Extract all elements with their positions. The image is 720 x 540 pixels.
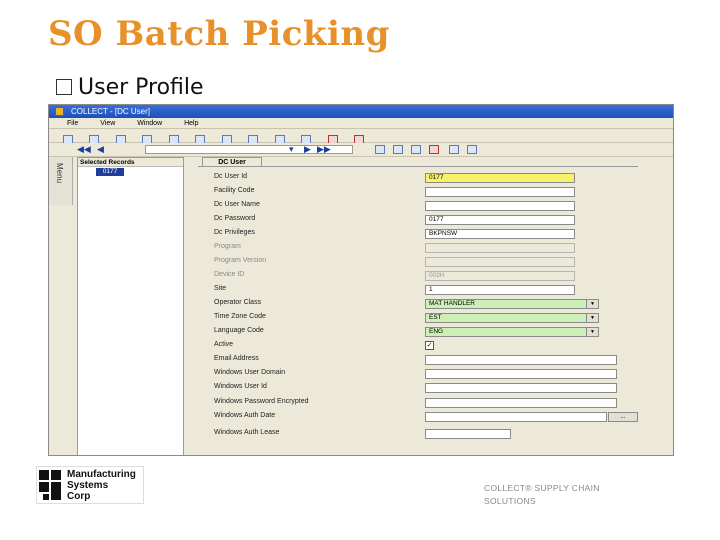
label-email-address: Email Address — [214, 355, 259, 362]
label-site: Site — [214, 285, 227, 292]
language-code-value: ENG — [429, 328, 444, 335]
logo-line-1: Manufacturing — [67, 469, 136, 480]
side-menu-label: Menu — [55, 163, 64, 184]
windows-user-domain-field[interactable] — [425, 369, 617, 379]
date-picker-button[interactable]: ... — [608, 412, 638, 422]
label-dc-user-id: Dc User Id — [214, 173, 248, 180]
operator-class-select[interactable]: MAT HANDLER ▼ — [425, 299, 599, 309]
label-windows-auth-lease: Windows Auth Lease — [214, 429, 280, 436]
duplicate-icon[interactable] — [411, 145, 421, 154]
time-zone-code-select[interactable]: EST ▼ — [425, 313, 599, 323]
window-titlebar: COLLECT - [DC User] — [49, 105, 673, 118]
menu-bar: File View Window Help — [49, 118, 673, 129]
active-checkbox[interactable]: ✓ — [425, 341, 434, 350]
bullet-user-profile: User Profile — [56, 75, 204, 100]
save-icon[interactable] — [375, 145, 385, 154]
dc-user-id-field[interactable]: 0177 — [425, 173, 575, 183]
label-windows-user-domain: Windows User Domain — [214, 369, 286, 376]
facility-code-field[interactable] — [425, 187, 575, 197]
first-record-icon[interactable]: ◀◀ — [77, 144, 91, 155]
label-facility-code: Facility Code — [214, 187, 255, 194]
side-menu-tab[interactable]: Menu — [49, 157, 73, 205]
dc-privileges-field[interactable]: BKPNSW — [425, 229, 575, 239]
refresh-icon[interactable] — [449, 145, 459, 154]
export-icon[interactable] — [467, 145, 477, 154]
last-record-icon[interactable]: ▶▶ — [317, 144, 331, 155]
windows-auth-date-field[interactable] — [425, 412, 607, 422]
dc-user-form: DC User Dc User Id 0177 Facility Code Dc… — [188, 157, 673, 455]
chevron-down-icon[interactable]: ▼ — [586, 300, 598, 308]
label-language-code: Language Code — [214, 327, 264, 334]
app-window-screenshot: COLLECT - [DC User] File View Window Hel… — [48, 104, 674, 456]
windows-auth-lease-field[interactable] — [425, 429, 511, 439]
chevron-down-icon[interactable]: ▼ — [586, 328, 598, 336]
bullet-box-icon — [56, 79, 72, 95]
app-icon — [55, 107, 64, 116]
menu-help[interactable]: Help — [184, 118, 198, 129]
time-zone-code-value: EST — [429, 314, 442, 321]
program-field — [425, 243, 575, 253]
label-dc-privileges: Dc Privileges — [214, 229, 255, 236]
footer-text: COLLECT® SUPPLY CHAIN SOLUTIONS — [484, 482, 600, 508]
list-item[interactable]: 0177 — [96, 168, 124, 176]
footer-line-2: SOLUTIONS — [484, 496, 536, 506]
logo-text: Manufacturing Systems Corp — [67, 469, 136, 502]
language-code-select[interactable]: ENG ▼ — [425, 327, 599, 337]
save-new-icon[interactable] — [393, 145, 403, 154]
windows-password-encrypted-field[interactable] — [425, 398, 617, 408]
menu-view[interactable]: View — [100, 118, 115, 129]
logo-line-2: Systems — [67, 480, 109, 491]
label-windows-user-id: Windows User Id — [214, 383, 267, 390]
dc-password-field[interactable]: 0177 — [425, 215, 575, 225]
window-title: COLLECT - [DC User] — [71, 107, 150, 116]
dropdown-arrow-icon[interactable]: ▾ — [289, 144, 294, 155]
label-device-id: Device ID — [214, 271, 245, 278]
form-area: Dc User Id 0177 Facility Code Dc User Na… — [198, 166, 638, 455]
menu-file[interactable]: File — [67, 118, 78, 129]
label-windows-password-encrypted: Windows Password Encrypted — [214, 398, 309, 405]
label-time-zone-code: Time Zone Code — [214, 313, 266, 320]
footer-line-1: COLLECT® SUPPLY CHAIN — [484, 483, 600, 493]
email-address-field[interactable] — [425, 355, 617, 365]
label-operator-class: Operator Class — [214, 299, 262, 306]
delete-record-icon[interactable] — [429, 145, 439, 154]
windows-user-id-field[interactable] — [425, 383, 617, 393]
label-program-version: Program Version — [214, 257, 267, 264]
label-windows-auth-date: Windows Auth Date — [214, 412, 276, 419]
next-record-icon[interactable]: ▶ — [304, 144, 311, 155]
navigation-toolbar: ◀◀ ◀ ▾ ▶ ▶▶ — [49, 143, 673, 157]
slide-title: SO Batch Picking — [48, 14, 390, 54]
site-field[interactable]: 1 — [425, 285, 575, 295]
records-header: Selected Records — [78, 158, 183, 167]
selected-records-panel: Selected Records 0177 — [77, 157, 184, 455]
label-dc-user-name: Dc User Name — [214, 201, 260, 208]
company-logo: Manufacturing Systems Corp — [36, 466, 144, 504]
chevron-down-icon[interactable]: ▼ — [586, 314, 598, 322]
previous-record-icon[interactable]: ◀ — [97, 144, 104, 155]
logo-mark-icon — [39, 470, 63, 500]
program-version-field — [425, 257, 575, 267]
operator-class-value: MAT HANDLER — [429, 300, 475, 307]
device-id-field: 002H — [425, 271, 575, 281]
label-dc-password: Dc Password — [214, 215, 256, 222]
bullet-text: User Profile — [78, 75, 204, 100]
menu-window[interactable]: Window — [137, 118, 162, 129]
label-active: Active — [214, 341, 234, 348]
label-program: Program — [214, 243, 241, 250]
dc-user-name-field[interactable] — [425, 201, 575, 211]
logo-line-3: Corp — [67, 491, 91, 502]
main-toolbar — [49, 129, 673, 144]
